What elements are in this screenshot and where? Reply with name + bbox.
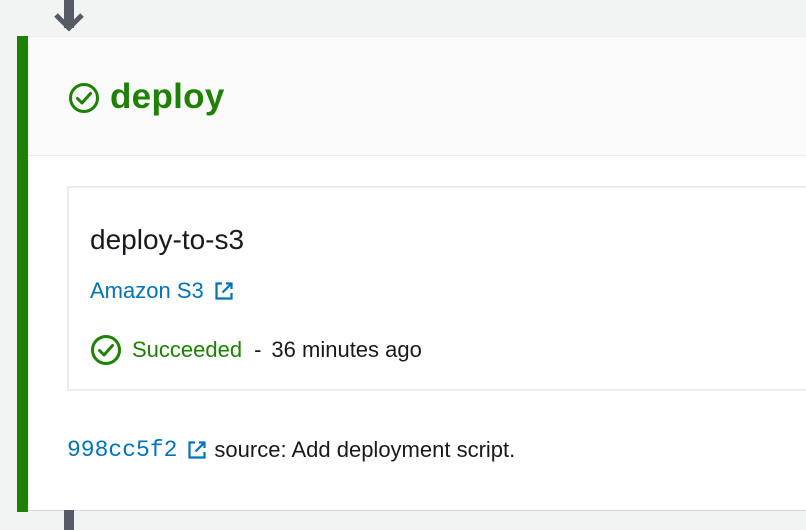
status-text: Succeeded xyxy=(132,337,243,362)
commit-id-link[interactable]: 998cc5f2 xyxy=(67,435,177,465)
commit-message: source: Add deployment script. xyxy=(214,437,516,462)
provider-link[interactable]: Amazon S3 xyxy=(90,276,234,306)
action-card: deploy-to-s3 Amazon S3 Succeeded - 36 mi… xyxy=(67,186,806,391)
external-link-icon[interactable] xyxy=(187,440,207,460)
stage-card: deploy deploy-to-s3 Amazon S3 Succeeded … xyxy=(17,36,806,512)
stage-header: deploy xyxy=(28,37,806,156)
stage-title: deploy xyxy=(110,77,225,116)
commit-row: 998cc5f2 source: Add deployment script. xyxy=(67,435,515,465)
status-time: 36 minutes ago xyxy=(271,337,422,362)
status-separator: - xyxy=(254,337,262,362)
stage-status-bar xyxy=(17,36,28,512)
check-circle-icon xyxy=(69,83,99,113)
arrow-down-icon xyxy=(54,0,84,32)
connector-line xyxy=(64,510,74,530)
external-link-icon xyxy=(215,282,233,300)
provider-link-label: Amazon S3 xyxy=(90,278,204,303)
check-circle-icon xyxy=(91,335,121,365)
action-name: deploy-to-s3 xyxy=(90,224,245,255)
action-status: Succeeded - 36 minutes ago xyxy=(90,334,422,366)
